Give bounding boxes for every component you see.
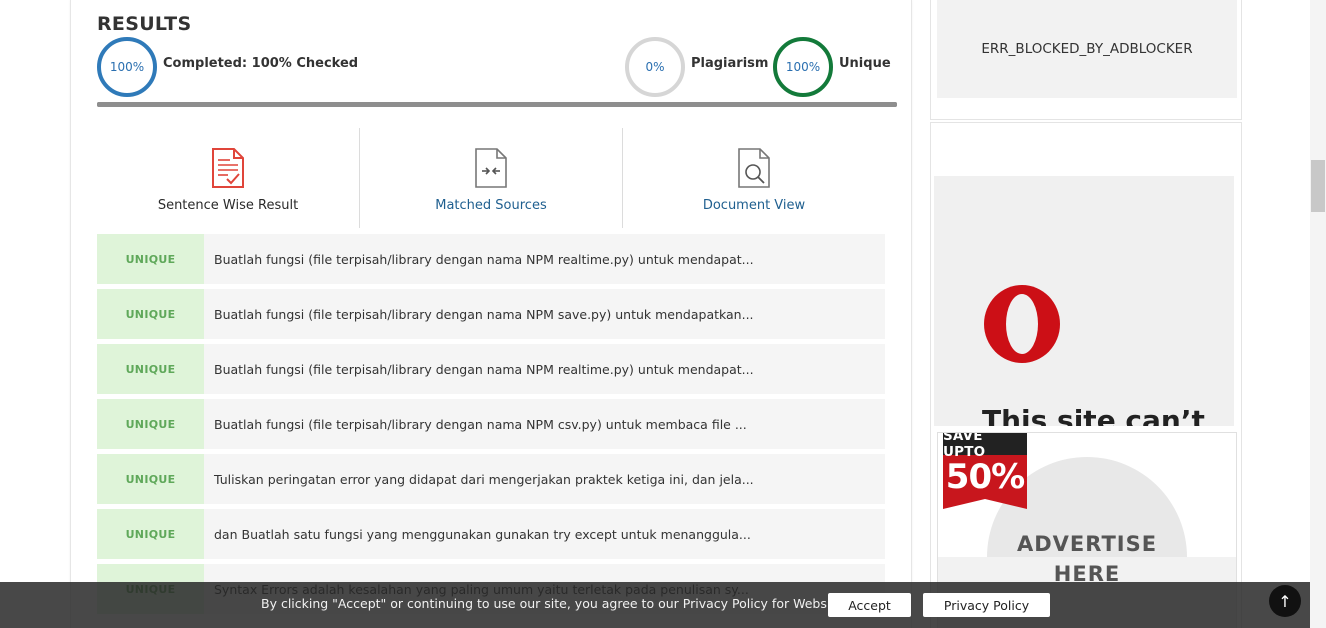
check-progress-bar: [97, 102, 897, 107]
ad-error-message: ERR_BLOCKED_BY_ADBLOCKER: [937, 0, 1237, 98]
save-upto-badge: SAVE UPTO 50%: [943, 433, 1027, 509]
unique-badge: UNIQUE: [97, 234, 204, 284]
scrollbar-thumb[interactable]: [1311, 160, 1325, 212]
document-check-icon: [209, 146, 247, 190]
result-row[interactable]: UNIQUE Buatlah fungsi (file terpisah/lib…: [97, 399, 885, 449]
result-row[interactable]: UNIQUE Buatlah fungsi (file terpisah/lib…: [97, 344, 885, 394]
advertise-text: ADVERTISE HERE: [987, 529, 1187, 589]
opera-ad-text: This site can’t: [982, 404, 1205, 426]
tab-document-view[interactable]: Document View: [622, 128, 885, 228]
unique-badge: UNIQUE: [97, 454, 204, 504]
sentence-text: dan Buatlah satu fungsi yang menggunakan…: [214, 526, 751, 542]
unique-percent: 100%: [785, 60, 821, 74]
check-progress-fill: [97, 102, 897, 107]
sentence-result-list: UNIQUE Buatlah fungsi (file terpisah/lib…: [97, 234, 885, 619]
result-row[interactable]: UNIQUE Buatlah fungsi (file terpisah/lib…: [97, 289, 885, 339]
unique-label: Unique: [839, 56, 891, 71]
sentence-text: Buatlah fungsi (file terpisah/library de…: [214, 361, 754, 377]
save-badge-value: 50%: [943, 455, 1027, 499]
result-tabs: Sentence Wise Result Matched Sources Doc…: [97, 128, 885, 228]
unique-badge: UNIQUE: [97, 289, 204, 339]
sidebar-ad-card: ERR_BLOCKED_BY_ADBLOCKER: [930, 0, 1242, 120]
accept-button[interactable]: Accept: [828, 593, 911, 617]
sidebar-ads-card: This site can’t ADVERTISE HERE SAVE UPTO…: [930, 122, 1242, 628]
save-badge-tail: [943, 499, 1027, 509]
compare-file-icon: [472, 146, 510, 190]
tab-label: Sentence Wise Result: [157, 198, 299, 213]
scroll-to-top-icon[interactable]: ↑: [1269, 585, 1301, 617]
tab-label: Matched Sources: [435, 198, 547, 213]
completed-circle: 100%: [97, 37, 157, 97]
page-scrollbar[interactable]: [1310, 0, 1326, 628]
completed-percent: 100%: [109, 60, 145, 74]
tab-sentence-wise-result[interactable]: Sentence Wise Result: [97, 128, 359, 228]
result-row[interactable]: UNIQUE Buatlah fungsi (file terpisah/lib…: [97, 234, 885, 284]
unique-badge: UNIQUE: [97, 344, 204, 394]
sentence-text: Buatlah fungsi (file terpisah/library de…: [214, 251, 754, 267]
advertise-line1: ADVERTISE: [1016, 532, 1158, 556]
opera-logo-icon: [984, 285, 1060, 363]
result-row[interactable]: UNIQUE dan Buatlah satu fungsi yang meng…: [97, 509, 885, 559]
unique-badge: UNIQUE: [97, 399, 204, 449]
privacy-policy-button[interactable]: Privacy Policy: [923, 593, 1050, 617]
results-title: RESULTS: [97, 13, 192, 35]
plagiarism-circle: 0%: [625, 37, 685, 97]
tab-matched-sources[interactable]: Matched Sources: [359, 128, 622, 228]
sentence-text: Buatlah fungsi (file terpisah/library de…: [214, 306, 754, 322]
cookie-consent-bar: By clicking "Accept" or continuing to us…: [0, 582, 1310, 628]
unique-circle: 100%: [773, 37, 833, 97]
cookie-consent-text: By clicking "Accept" or continuing to us…: [261, 596, 843, 611]
result-row[interactable]: UNIQUE Tuliskan peringatan error yang di…: [97, 454, 885, 504]
sentence-text: Buatlah fungsi (file terpisah/library de…: [214, 416, 747, 432]
plagiarism-percent: 0%: [645, 60, 665, 74]
completed-label: Completed: 100% Checked: [163, 56, 359, 71]
unique-badge: UNIQUE: [97, 509, 204, 559]
opera-ad[interactable]: This site can’t: [934, 176, 1234, 426]
tab-label: Document View: [702, 198, 806, 213]
results-card: RESULTS 100% Completed: 100% Checked 0% …: [70, 0, 912, 628]
document-search-icon: [735, 146, 773, 190]
plagiarism-label: Plagiarism: [691, 56, 769, 71]
save-badge-top: SAVE UPTO: [943, 433, 1027, 460]
page: RESULTS 100% Completed: 100% Checked 0% …: [0, 0, 1326, 628]
sentence-text: Tuliskan peringatan error yang didapat d…: [214, 471, 754, 487]
